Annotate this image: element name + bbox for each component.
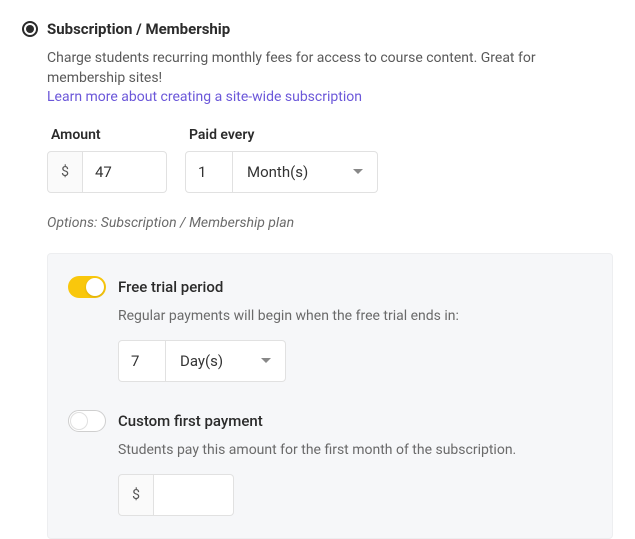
custom-first-toggle[interactable]: [68, 410, 106, 432]
custom-first-input[interactable]: [154, 474, 234, 516]
section-description: Charge students recurring monthly fees f…: [47, 48, 613, 89]
subscription-option-row: Subscription / Membership: [22, 20, 613, 38]
currency-symbol: $: [47, 151, 83, 193]
paid-every-label: Paid every: [185, 127, 378, 143]
amount-field: Amount $: [47, 127, 167, 193]
paid-every-unit-select[interactable]: Month(s): [233, 151, 378, 193]
options-panel: Free trial period Regular payments will …: [47, 253, 613, 539]
amount-label: Amount: [47, 127, 167, 143]
toggle-knob-icon: [70, 412, 88, 430]
free-trial-sub: Regular payments will begin when the fre…: [118, 306, 592, 382]
free-trial-label: Free trial period: [118, 278, 223, 296]
paid-every-input-group: Month(s): [185, 151, 378, 193]
free-trial-toggle-row: Free trial period: [68, 276, 592, 298]
options-caption: Options: Subscription / Membership plan: [47, 215, 613, 231]
custom-first-input-group: $: [118, 474, 592, 516]
chevron-down-icon: [353, 169, 363, 174]
custom-first-desc: Students pay this amount for the first m…: [118, 440, 592, 460]
free-trial-desc: Regular payments will begin when the fre…: [118, 306, 592, 326]
paid-every-unit-label: Month(s): [247, 163, 308, 181]
free-trial-unit-label: Day(s): [180, 352, 223, 370]
section-content: Charge students recurring monthly fees f…: [47, 48, 613, 539]
toggle-knob-icon: [86, 278, 104, 296]
free-trial-unit-select[interactable]: Day(s): [166, 340, 286, 382]
custom-first-section: Custom first payment Students pay this a…: [68, 410, 592, 516]
paid-every-field: Paid every Month(s): [185, 127, 378, 193]
paid-every-value[interactable]: [185, 151, 233, 193]
radio-dot-icon: [26, 25, 34, 33]
currency-symbol: $: [118, 474, 154, 516]
pricing-row: Amount $ Paid every Month(s): [47, 127, 613, 193]
section-title: Subscription / Membership: [47, 20, 230, 38]
free-trial-toggle[interactable]: [68, 276, 106, 298]
learn-more-link[interactable]: Learn more about creating a site-wide su…: [47, 89, 362, 105]
free-trial-section: Free trial period Regular payments will …: [68, 276, 592, 382]
amount-input-group: $: [47, 151, 167, 193]
custom-first-toggle-row: Custom first payment: [68, 410, 592, 432]
free-trial-input-group: Day(s): [118, 340, 592, 382]
custom-first-label: Custom first payment: [118, 412, 263, 430]
chevron-down-icon: [261, 358, 271, 363]
radio-selected[interactable]: [22, 21, 38, 37]
custom-first-sub: Students pay this amount for the first m…: [118, 440, 592, 516]
free-trial-value[interactable]: [118, 340, 166, 382]
amount-input[interactable]: [83, 151, 167, 193]
